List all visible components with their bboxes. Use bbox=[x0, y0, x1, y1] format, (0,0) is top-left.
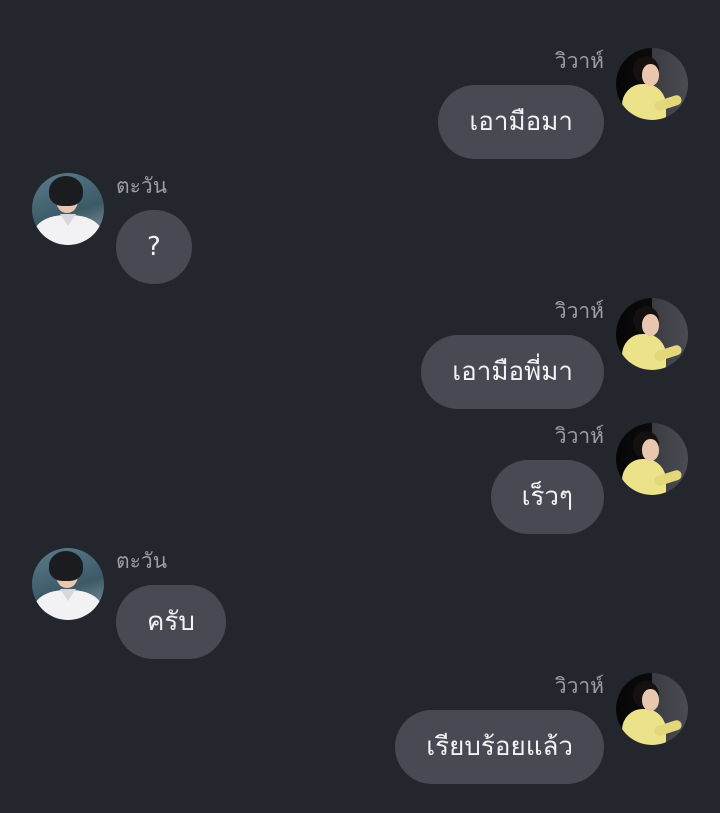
avatar[interactable] bbox=[32, 548, 104, 620]
message-bubble[interactable]: เร็วๆ bbox=[490, 460, 604, 534]
avatar[interactable] bbox=[616, 48, 688, 120]
message-bubble[interactable]: เรียบร้อยแล้ว bbox=[395, 710, 604, 784]
avatar[interactable] bbox=[616, 298, 688, 370]
message-bubble[interactable]: ? bbox=[116, 210, 192, 284]
avatar[interactable] bbox=[32, 173, 104, 245]
avatar[interactable] bbox=[616, 673, 688, 745]
sender-name: ตะวัน bbox=[116, 549, 168, 573]
sender-name: ตะวัน bbox=[116, 174, 168, 198]
sender-name: วิวาห์ bbox=[554, 674, 604, 698]
sender-name: วิวาห์ bbox=[554, 299, 604, 323]
sender-name: วิวาห์ bbox=[554, 49, 604, 73]
message-bubble[interactable]: ครับ bbox=[116, 585, 226, 659]
avatar[interactable] bbox=[616, 423, 688, 495]
message-bubble[interactable]: เอามือพี่มา bbox=[421, 335, 604, 409]
sender-name: วิวาห์ bbox=[554, 424, 604, 448]
message-bubble[interactable]: เอามือมา bbox=[438, 85, 604, 159]
